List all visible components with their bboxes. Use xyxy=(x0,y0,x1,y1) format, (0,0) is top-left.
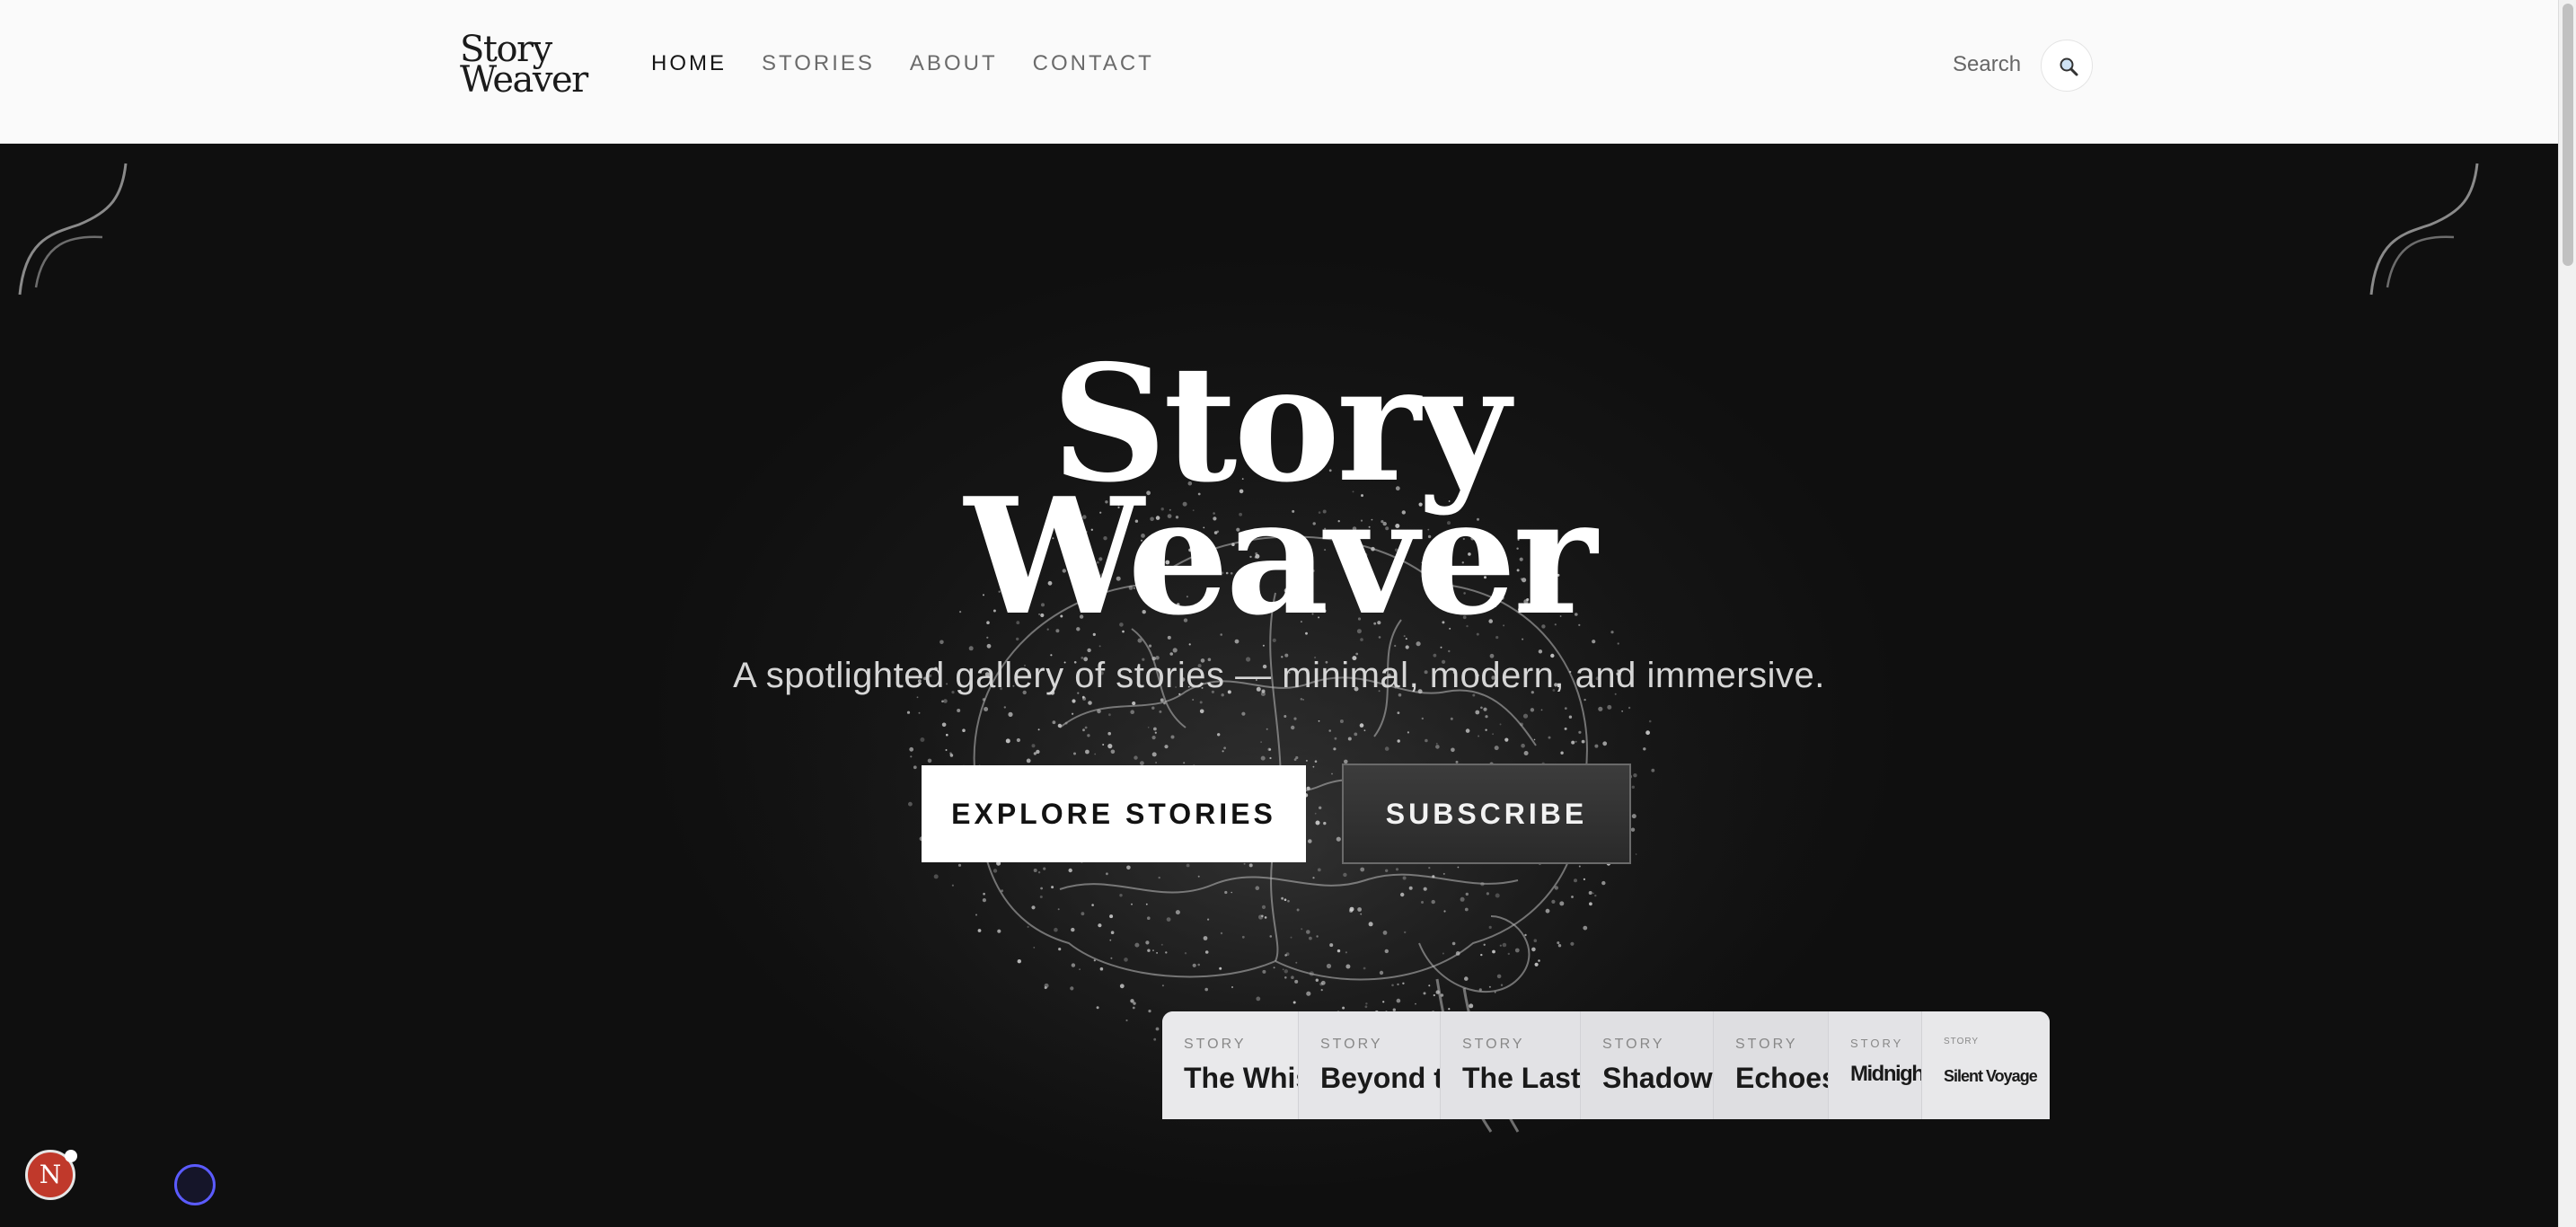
story-card-title: Echoes in Silence xyxy=(1735,1062,1829,1094)
nav-contact[interactable]: CONTACT xyxy=(1033,50,1154,77)
story-card-title: Beyond the Horizon xyxy=(1320,1062,1440,1094)
hero-title: Story Weaver xyxy=(0,344,2558,650)
main-nav: HOME STORIES ABOUT CONTACT xyxy=(651,50,1154,77)
story-card-tag: STORY xyxy=(1735,1037,1798,1052)
story-card-title: Midnight Chronicles xyxy=(1850,1062,1922,1086)
logo-line-2: Weaver xyxy=(460,59,588,101)
nav-stories[interactable]: STORIES xyxy=(762,50,875,77)
story-card[interactable]: STORY Midnight Chronicles xyxy=(1829,1011,1922,1119)
explore-stories-button[interactable]: EXPLORE STORIES xyxy=(922,765,1306,862)
story-card-tag: STORY xyxy=(1602,1037,1665,1052)
hero-title-line-2: Weaver xyxy=(964,463,1597,650)
story-card[interactable]: STORY Silent Voyage xyxy=(1922,1011,2050,1119)
story-card[interactable]: STORY Echoes in Silence xyxy=(1714,1011,1829,1119)
story-card-tag: STORY xyxy=(1320,1037,1383,1052)
site-logo[interactable]: Story Weaver xyxy=(460,31,588,101)
scrollbar-thumb[interactable] xyxy=(2563,4,2573,266)
nav-home[interactable]: HOME xyxy=(651,50,727,77)
story-card-title: Shadows of Time xyxy=(1602,1062,1713,1094)
story-card-title: The Whispering Woods xyxy=(1184,1062,1298,1094)
story-card-tag: STORY xyxy=(1850,1037,1904,1050)
story-card-tag: STORY xyxy=(1184,1037,1247,1052)
story-card-tag: STORY xyxy=(1462,1037,1525,1052)
site-header: Story Weaver HOME STORIES ABOUT CONTACT … xyxy=(0,0,2558,144)
cursor-ring-indicator xyxy=(174,1164,216,1205)
hero-section: Story Weaver A spotlighted gallery of st… xyxy=(0,144,2558,1227)
corner-flourish-right xyxy=(2369,163,2479,296)
nav-about[interactable]: ABOUT xyxy=(910,50,998,77)
corner-flourish-left xyxy=(18,163,128,296)
avatar-status-dot xyxy=(65,1150,77,1162)
story-carousel: STORY The Whispering Woods STORY Beyond … xyxy=(1162,1011,2050,1119)
story-card[interactable]: STORY The Last Lantern xyxy=(1441,1011,1581,1119)
subscribe-button[interactable]: SUBSCRIBE xyxy=(1342,764,1631,864)
story-card-tag: STORY xyxy=(1944,1037,1980,1046)
search-button[interactable] xyxy=(2041,40,2093,92)
hero-tagline: A spotlighted gallery of stories — minim… xyxy=(733,656,1825,695)
story-card[interactable]: STORY Beyond the Horizon xyxy=(1299,1011,1441,1119)
search-icon xyxy=(2060,57,2078,76)
story-card[interactable]: STORY The Whispering Woods xyxy=(1162,1011,1299,1119)
page-scrollbar[interactable] xyxy=(2558,0,2576,1227)
story-card[interactable]: STORY Shadows of Time xyxy=(1581,1011,1714,1119)
story-card-title: The Last Lantern xyxy=(1462,1062,1581,1094)
story-card-title: Silent Voyage xyxy=(1944,1067,2038,1085)
search-label[interactable]: Search xyxy=(1953,52,2021,77)
